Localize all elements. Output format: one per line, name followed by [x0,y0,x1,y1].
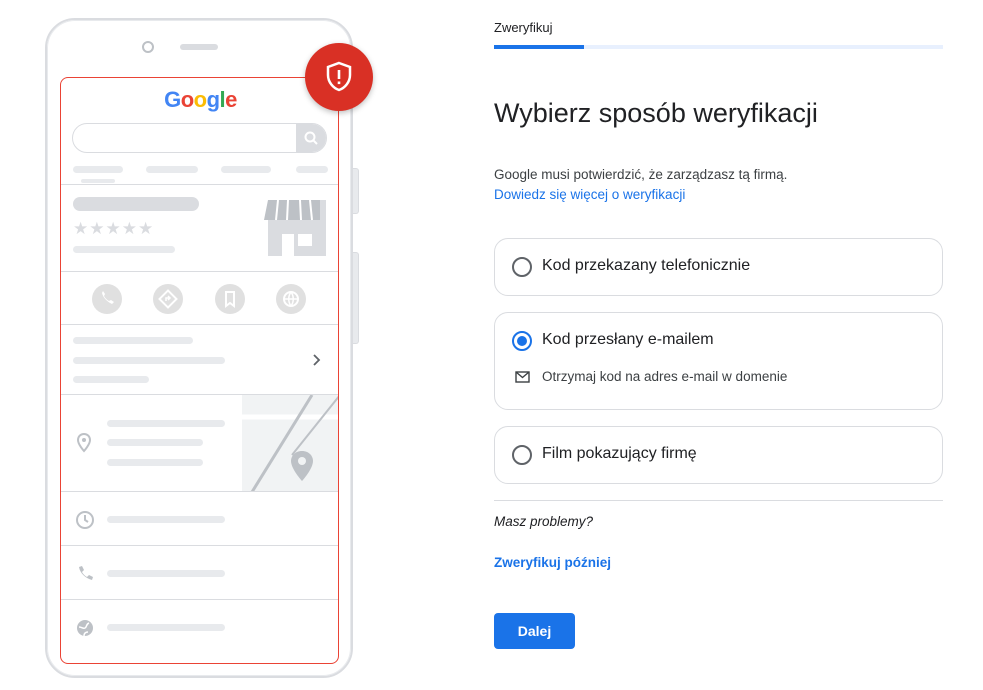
bookmark-icon [215,284,245,314]
page-description: Google musi potwierdzić, że zarządzasz t… [494,167,788,182]
progress-fill [494,45,584,49]
radio-button[interactable] [512,331,532,351]
mock-business-name [73,197,199,211]
verification-badge [305,43,373,111]
mock-divider [61,324,338,325]
phone-screen: Google ★★★★★ [60,77,339,664]
mock-info-line [73,376,149,383]
mock-tab [221,166,271,173]
google-logo: Google [61,87,338,113]
mock-tab-indicator [81,179,115,183]
mock-info-line [73,357,225,364]
search-icon [304,131,318,145]
option-card-video[interactable]: Film pokazujący firmę [494,426,943,484]
mock-search-box [72,123,327,153]
directions-icon [153,284,183,314]
chevron-right-icon [313,354,321,366]
mock-tab [296,166,328,173]
storefront-icon [264,199,326,256]
mail-icon [515,371,530,383]
mock-website-line [107,624,225,631]
phone-speaker [180,44,218,50]
mock-divider [61,599,338,600]
section-divider [494,500,943,501]
mock-search-button [296,124,326,152]
mock-address-line [107,439,203,446]
option-card-phone[interactable]: Kod przekazany telefonicznie [494,238,943,296]
phone-camera [142,41,154,53]
mock-business-line [73,246,175,253]
shield-alert-icon [326,61,352,92]
mock-address-line [107,420,225,427]
globe-icon [276,284,306,314]
mock-rating-stars: ★★★★★ [73,219,155,238]
mock-info-line [73,337,193,344]
radio-button[interactable] [512,257,532,277]
mock-address-line [107,459,203,466]
radio-button[interactable] [512,445,532,465]
problems-text: Masz problemy? [494,514,594,529]
logo-letter: o [193,87,207,112]
globe-icon [77,620,93,637]
option-label: Kod przekazany telefonicznie [542,257,751,274]
mock-divider [61,184,338,185]
option-label: Film pokazujący firmę [542,445,697,462]
option-detail: Otrzymaj kod na adres e-mail w domenie [542,369,788,384]
logo-letter: G [164,87,181,112]
clock-icon [76,511,94,529]
mock-tab [146,166,198,173]
mock-tab [73,166,123,173]
phone-side-button [353,168,359,214]
mock-divider [61,545,338,546]
location-pin-icon [76,432,92,453]
step-label: Zweryfikuj [494,20,553,35]
next-button[interactable]: Dalej [494,613,575,649]
option-card-email[interactable]: Kod przesłany e-mailem Otrzymaj kod na a… [494,312,943,410]
phone-side-button [353,252,359,344]
logo-letter: g [206,87,220,112]
mock-divider [61,271,338,272]
verify-later-link[interactable]: Zweryfikuj później [494,555,611,570]
mock-phone-line [107,570,225,577]
phone-icon [79,566,93,580]
option-label: Kod przesłany e-mailem [542,331,714,348]
logo-letter: o [180,87,194,112]
logo-letter: e [225,87,237,112]
phone-icon [92,284,122,314]
map-thumbnail [242,395,338,492]
learn-more-link[interactable]: Dowiedz się więcej o weryfikacji [494,187,685,202]
mock-hours-line [107,516,225,523]
page-title: Wybierz sposób weryfikacji [494,98,818,128]
mock-divider [61,491,338,492]
